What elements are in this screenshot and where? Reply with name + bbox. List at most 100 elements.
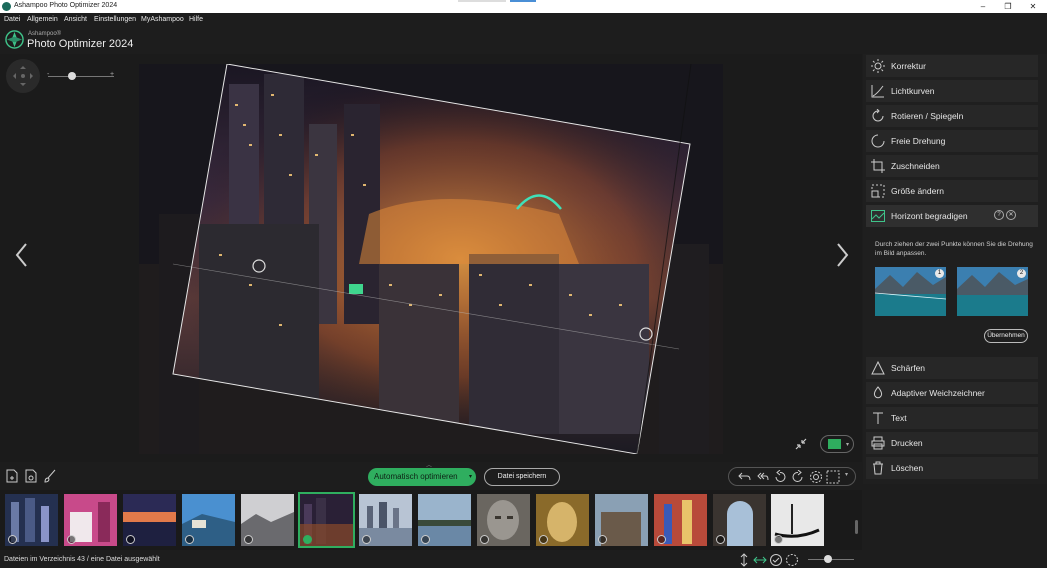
gear-icon[interactable] bbox=[809, 470, 823, 484]
tool-schaerfen[interactable]: Schärfen bbox=[866, 357, 1038, 379]
tool-label: Lichtkurven bbox=[891, 86, 935, 96]
select-radio[interactable] bbox=[126, 535, 135, 544]
rotate-left-icon[interactable] bbox=[773, 470, 787, 484]
add-file-icon[interactable] bbox=[5, 469, 19, 483]
auto-optimize-dropdown-icon[interactable]: ▾ bbox=[469, 468, 472, 486]
tool-loeschen[interactable]: Löschen bbox=[866, 457, 1038, 479]
maximize-button[interactable]: ❐ bbox=[995, 0, 1021, 13]
curve-icon bbox=[871, 85, 884, 98]
thumbnail[interactable] bbox=[123, 494, 176, 546]
select-radio[interactable] bbox=[244, 535, 253, 544]
check-circle-icon[interactable] bbox=[769, 553, 783, 567]
selected-check-icon[interactable] bbox=[303, 535, 312, 544]
sharpen-icon bbox=[871, 361, 885, 375]
menu-einstellungen[interactable]: Einstellungen bbox=[94, 16, 136, 23]
select-radio[interactable] bbox=[657, 535, 666, 544]
menu-datei[interactable]: Datei bbox=[4, 16, 20, 23]
auto-optimize-button[interactable]: Automatisch optimieren ▾ bbox=[368, 468, 476, 486]
select-radio[interactable] bbox=[716, 535, 725, 544]
thumbnail[interactable] bbox=[241, 494, 294, 546]
brush-icon[interactable] bbox=[43, 469, 57, 483]
thumbnail[interactable] bbox=[182, 494, 235, 546]
open-file-icon[interactable] bbox=[24, 469, 38, 483]
thumbnail[interactable] bbox=[477, 494, 530, 546]
select-radio[interactable] bbox=[598, 535, 607, 544]
undo-all-icon[interactable] bbox=[755, 470, 769, 484]
close-button[interactable]: ✕ bbox=[1020, 0, 1046, 13]
tool-label: Löschen bbox=[891, 463, 924, 473]
thumbnail[interactable] bbox=[771, 494, 824, 546]
save-file-button[interactable]: Datei speichern bbox=[484, 468, 560, 486]
filmstrip-scrollbar[interactable] bbox=[855, 520, 858, 534]
tool-korrektur[interactable]: Korrektur bbox=[866, 55, 1038, 77]
tool-drucken[interactable]: Drucken bbox=[866, 432, 1038, 454]
thumbnail[interactable] bbox=[713, 494, 766, 546]
step-badge: 2 bbox=[1017, 269, 1026, 278]
crop-icon bbox=[871, 159, 885, 173]
app-icon bbox=[2, 2, 11, 11]
menu-myashampoo[interactable]: MyAshampoo bbox=[141, 16, 184, 23]
pan-navigator[interactable] bbox=[6, 59, 40, 93]
selection-icon[interactable] bbox=[826, 470, 840, 484]
thumbnail-size-handle[interactable] bbox=[824, 555, 832, 563]
step-badge: 1 bbox=[935, 269, 944, 278]
printer-icon bbox=[871, 436, 885, 450]
tool-rotieren-spiegeln[interactable]: Rotieren / Spiegeln bbox=[866, 105, 1038, 127]
app-logo-icon bbox=[5, 30, 24, 49]
menu-allgemein[interactable]: Allgemein bbox=[27, 16, 58, 23]
tool-groesse-aendern[interactable]: Größe ändern bbox=[866, 180, 1038, 202]
rotate-icon bbox=[872, 109, 884, 122]
select-radio[interactable] bbox=[480, 535, 489, 544]
thumbnail[interactable] bbox=[536, 494, 589, 546]
thumbnail[interactable] bbox=[654, 494, 707, 546]
thumbnail[interactable] bbox=[64, 494, 117, 546]
zoom-plus[interactable]: + bbox=[110, 71, 114, 78]
thumbnail[interactable] bbox=[595, 494, 648, 546]
horizontal-flip-icon[interactable] bbox=[753, 553, 767, 567]
toolbar-more-icon[interactable]: ▾ bbox=[845, 471, 848, 478]
fit-to-window-icon[interactable] bbox=[794, 437, 808, 451]
tool-text[interactable]: Text bbox=[866, 407, 1038, 429]
menu-hilfe[interactable]: Hilfe bbox=[189, 16, 203, 23]
menu-ansicht[interactable]: Ansicht bbox=[64, 16, 87, 23]
edited-photo[interactable] bbox=[139, 64, 723, 454]
select-radio[interactable] bbox=[185, 535, 194, 544]
menu-bar: Datei Allgemein Ansicht Einstellungen My… bbox=[0, 14, 1047, 28]
minimize-button[interactable]: – bbox=[970, 0, 996, 13]
auto-optimize-label: Automatisch optimieren bbox=[374, 472, 458, 481]
sun-icon bbox=[871, 59, 885, 73]
thumbnail[interactable] bbox=[359, 494, 412, 546]
previous-image-icon[interactable] bbox=[12, 240, 32, 270]
tool-horizont-begradigen[interactable]: Horizont begradigen ? ✕ bbox=[866, 205, 1038, 227]
rotate-right-icon[interactable] bbox=[791, 470, 805, 484]
zoom-slider-handle[interactable] bbox=[68, 72, 76, 80]
select-radio[interactable] bbox=[67, 535, 76, 544]
help-icon[interactable]: ? bbox=[994, 210, 1004, 220]
select-radio[interactable] bbox=[362, 535, 371, 544]
tool-adaptiver-weichzeichner[interactable]: Adaptiver Weichzeichner bbox=[866, 382, 1038, 404]
compare-toggle[interactable]: ▾ bbox=[820, 435, 854, 453]
select-radio[interactable] bbox=[774, 535, 783, 544]
tool-label: Adaptiver Weichzeichner bbox=[891, 388, 985, 398]
tool-label: Drucken bbox=[891, 438, 923, 448]
apply-button[interactable]: Übernehmen bbox=[984, 329, 1028, 343]
title-accent bbox=[510, 0, 536, 2]
zoom-slider-track[interactable] bbox=[48, 76, 114, 77]
tool-freie-drehung[interactable]: Freie Drehung bbox=[866, 130, 1038, 152]
tool-label: Freie Drehung bbox=[891, 136, 946, 146]
vertical-flip-icon[interactable] bbox=[737, 553, 751, 567]
close-panel-icon[interactable]: ✕ bbox=[1006, 210, 1016, 220]
select-radio[interactable] bbox=[8, 535, 17, 544]
tool-zuschneiden[interactable]: Zuschneiden bbox=[866, 155, 1038, 177]
dashed-circle-icon[interactable] bbox=[785, 553, 799, 567]
resize-icon bbox=[871, 184, 885, 198]
select-radio[interactable] bbox=[421, 535, 430, 544]
thumbnail-selected[interactable] bbox=[298, 492, 355, 548]
next-image-icon[interactable] bbox=[832, 240, 852, 270]
thumbnail[interactable] bbox=[5, 494, 58, 546]
tool-label: Korrektur bbox=[891, 61, 926, 71]
thumbnail[interactable] bbox=[418, 494, 471, 546]
select-radio[interactable] bbox=[539, 535, 548, 544]
tool-lichtkurven[interactable]: Lichtkurven bbox=[866, 80, 1038, 102]
undo-icon[interactable] bbox=[737, 470, 751, 484]
